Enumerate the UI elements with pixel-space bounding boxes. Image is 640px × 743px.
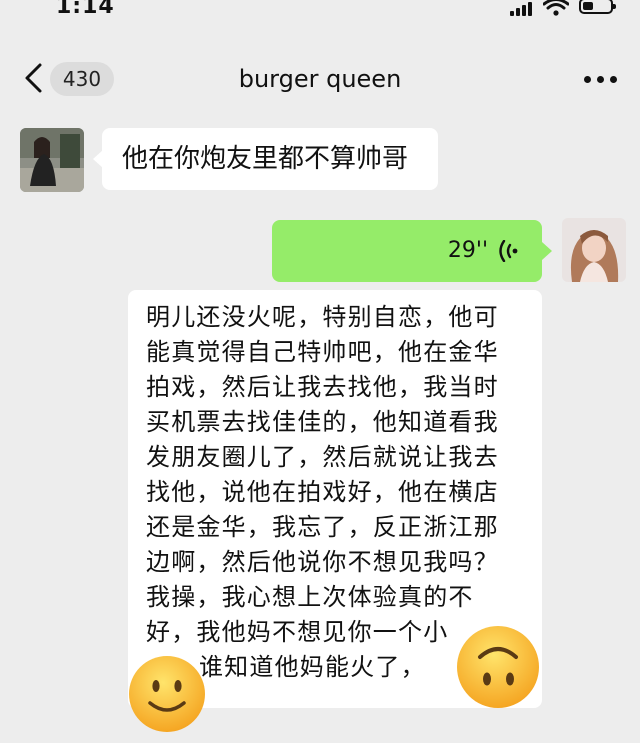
bubble-tail (542, 242, 552, 260)
voice-message-bubble[interactable]: 29'' (272, 220, 542, 282)
chat-header: burger queen 430 (0, 50, 640, 110)
message-bubble[interactable]: 他在你炮友里都不算帅哥 (102, 128, 438, 190)
smiling-face-emoji (129, 656, 205, 732)
signal-icon (510, 2, 532, 16)
battery-icon (579, 0, 616, 14)
upside-down-face-emoji (457, 626, 539, 708)
chevron-left-icon[interactable] (22, 62, 46, 94)
more-dots-icon[interactable] (584, 76, 618, 84)
my-avatar[interactable] (562, 218, 626, 282)
unread-count-badge[interactable]: 430 (50, 62, 114, 96)
voice-wave-icon (499, 240, 518, 262)
contact-avatar[interactable] (20, 128, 84, 192)
status-bar: 1:14 (0, 0, 640, 28)
voice-duration: 29'' (447, 238, 488, 263)
wifi-icon (543, 0, 569, 16)
status-time: 1:14 (56, 0, 115, 19)
